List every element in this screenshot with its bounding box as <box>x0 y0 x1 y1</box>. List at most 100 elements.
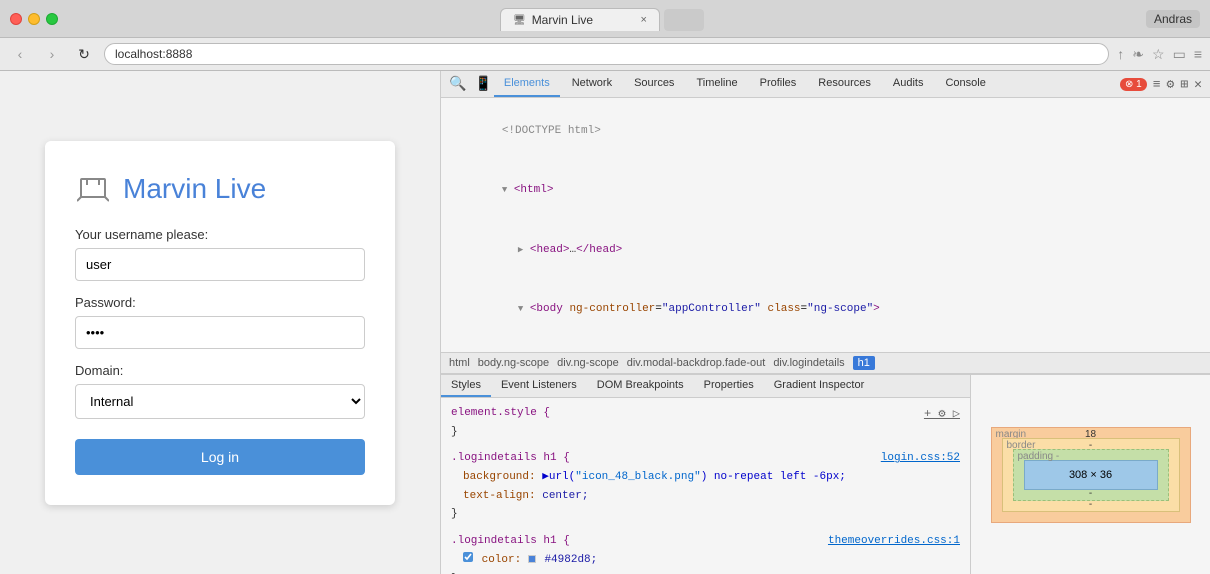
tree-doctype[interactable]: <!DOCTYPE html> <box>449 102 1202 161</box>
css-selector-logindetails1: .logindetails h1 { <box>451 452 570 464</box>
tab-styles[interactable]: Styles <box>441 375 491 397</box>
tab-audits[interactable]: Audits <box>883 71 934 97</box>
nav-bar: ‹ › ↻ localhost:8888 ↑ ❧ ☆ ▭ ≡ <box>0 37 1210 71</box>
fullscreen-window-button[interactable] <box>46 13 58 25</box>
username-input[interactable] <box>75 248 365 281</box>
css-rule-logindetails-h1-1: .logindetails h1 { login.css:52 backgrou… <box>451 449 960 524</box>
css-property-background: background: ▶url("icon_48_black.png") no… <box>451 468 960 487</box>
tree-html[interactable]: <html> <box>449 161 1202 220</box>
devtools-mobile-icon[interactable]: 📱 <box>474 76 491 93</box>
add-style-icon[interactable]: + ⚙ ▷ <box>924 404 960 424</box>
html-tree: <!DOCTYPE html> <html> <head>…</head> <b… <box>441 98 1210 352</box>
css-selector-element: element.style { <box>451 407 550 419</box>
breadcrumb-h1[interactable]: h1 <box>853 356 875 370</box>
tab-resources[interactable]: Resources <box>808 71 881 97</box>
user-name: Andras <box>1146 10 1200 28</box>
reload-button[interactable]: ↻ <box>72 42 96 66</box>
tab-gradient-inspector[interactable]: Gradient Inspector <box>764 375 875 397</box>
new-tab-placeholder <box>664 9 704 31</box>
browser-tab[interactable]: 🖥 Marvin Live × <box>500 8 660 31</box>
url-text: localhost:8888 <box>115 47 192 61</box>
tab-profiles[interactable]: Profiles <box>750 71 807 97</box>
app-title: Marvin Live <box>123 173 266 205</box>
tab-dom-breakpoints[interactable]: DOM Breakpoints <box>587 375 694 397</box>
tab-close-button[interactable]: × <box>641 14 647 26</box>
breadcrumb-html[interactable]: html <box>449 357 470 369</box>
star-icon[interactable]: ☆ <box>1152 46 1165 63</box>
padding-label: padding - <box>1018 451 1060 462</box>
css-property-textalign: text-align: center; <box>451 487 960 506</box>
tab-event-listeners[interactable]: Event Listeners <box>491 375 587 397</box>
content-dimensions: 308 × 36 <box>1069 469 1112 481</box>
breadcrumb-modal[interactable]: div.modal-backdrop.fade-out <box>627 357 766 369</box>
box-border: border - padding - 308 × 36 - - <box>1002 438 1180 512</box>
back-button[interactable]: ‹ <box>8 42 32 66</box>
css-value-color: #4982d8; <box>544 554 597 566</box>
box-padding: padding - 308 × 36 - <box>1013 449 1169 501</box>
tab-timeline[interactable]: Timeline <box>686 71 747 97</box>
css-link-themeoverrides[interactable]: themeoverrides.css:1 <box>828 532 960 551</box>
css-rule-element-style: element.style { + ⚙ ▷ } <box>451 404 960 441</box>
password-label: Password: <box>75 295 365 310</box>
tree-link1[interactable]: <link rel="stylesheet" type="text/css" h… <box>449 340 1202 352</box>
domain-label: Domain: <box>75 363 365 378</box>
css-link-login[interactable]: login.css:52 <box>881 449 960 468</box>
domain-select[interactable]: Internal External <box>75 384 365 419</box>
box-content: 308 × 36 <box>1024 460 1158 490</box>
tab-elements[interactable]: Elements <box>494 71 560 97</box>
css-close-brace2: } <box>451 508 458 520</box>
bookmark-icon[interactable]: ↑ <box>1117 46 1124 62</box>
css-property-color: color: #4982d8; <box>451 551 960 570</box>
error-badge: ⊗ 1 <box>1120 78 1147 91</box>
padding-bottom-value: - <box>1089 488 1092 499</box>
css-value-textalign: center; <box>542 490 588 502</box>
close-devtools-icon[interactable]: ✕ <box>1194 77 1202 92</box>
nav-icons: ↑ ❧ ☆ ▭ ≡ <box>1117 46 1202 63</box>
styles-content: element.style { + ⚙ ▷ } .logindetails h1… <box>441 398 970 574</box>
tree-head[interactable]: <head>…</head> <box>449 221 1202 280</box>
devtools-bottom: Styles Event Listeners DOM Breakpoints P… <box>441 374 1210 574</box>
title-bar: 🖥 Marvin Live × Andras <box>0 0 1210 37</box>
dock-icon[interactable]: ⊞ <box>1180 77 1188 92</box>
login-page: Marvin Live Your username please: Passwo… <box>0 71 440 574</box>
tab-network[interactable]: Network <box>562 71 622 97</box>
css-prop-color: color: <box>482 554 522 566</box>
devtools-search-icon[interactable]: 🔍 <box>449 76 466 93</box>
login-header: Marvin Live <box>75 171 365 207</box>
devtools-panel: 🔍 📱 Elements Network Sources Timeline Pr… <box>440 71 1210 574</box>
tab-properties[interactable]: Properties <box>694 375 764 397</box>
address-bar[interactable]: localhost:8888 <box>104 43 1109 65</box>
breadcrumb-div-ng[interactable]: div.ng-scope <box>557 357 619 369</box>
close-window-button[interactable] <box>10 13 22 25</box>
border-bottom-value: - <box>1089 499 1092 510</box>
menu-icon[interactable]: ≡ <box>1194 46 1202 62</box>
traffic-lights <box>10 13 58 25</box>
tab-console[interactable]: Console <box>935 71 995 97</box>
box-margin: margin 18 border - padding - 308 × 36 <box>991 427 1191 523</box>
tab-title: Marvin Live <box>532 13 593 27</box>
login-button[interactable]: Log in <box>75 439 365 475</box>
devtools-icons: ⊗ 1 ≡ ⚙ ⊞ ✕ <box>1120 77 1202 92</box>
main-area: Marvin Live Your username please: Passwo… <box>0 71 1210 574</box>
css-checkbox-color[interactable] <box>463 552 473 562</box>
settings-icon[interactable]: ⚙ <box>1167 77 1175 92</box>
forward-button[interactable]: › <box>40 42 64 66</box>
cast-icon[interactable]: ▭ <box>1173 46 1186 63</box>
app-logo <box>75 171 111 207</box>
password-input[interactable] <box>75 316 365 349</box>
stack-trace-icon[interactable]: ≡ <box>1153 77 1161 92</box>
color-swatch[interactable] <box>528 555 536 563</box>
browser-chrome: 🖥 Marvin Live × Andras ‹ › ↻ localhost:8… <box>0 0 1210 71</box>
breadcrumb-bar: html body.ng-scope div.ng-scope div.moda… <box>441 352 1210 374</box>
tab-bar: 🖥 Marvin Live × <box>66 6 1138 31</box>
breadcrumb-body[interactable]: body.ng-scope <box>478 357 549 369</box>
css-selector-logindetails2: .logindetails h1 { <box>451 535 570 547</box>
login-card: Marvin Live Your username please: Passwo… <box>45 141 395 505</box>
tab-sources[interactable]: Sources <box>624 71 684 97</box>
box-model: margin 18 border - padding - 308 × 36 <box>991 427 1191 523</box>
tree-body[interactable]: <body ng-controller="appController" clas… <box>449 280 1202 339</box>
devtools-toolbar: 🔍 📱 Elements Network Sources Timeline Pr… <box>441 71 1210 98</box>
extensions-icon[interactable]: ❧ <box>1132 46 1144 63</box>
breadcrumb-logindetails[interactable]: div.logindetails <box>773 357 844 369</box>
minimize-window-button[interactable] <box>28 13 40 25</box>
